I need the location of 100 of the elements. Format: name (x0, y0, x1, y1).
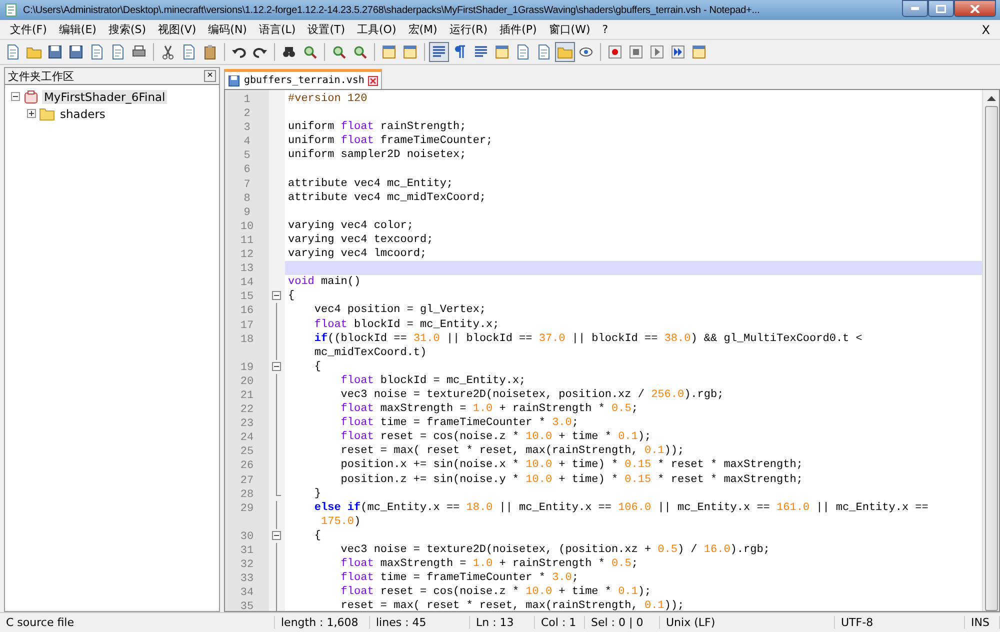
line-number: 26 (240, 460, 254, 472)
code-line: else if(mc_Entity.x == 18.0 || mc_Entity.x == 106.0 || mc_Entity.x == 161.0 || mc_Entity.x == (313, 502, 928, 514)
line-number: 1 (244, 94, 250, 106)
menu-item[interactable]: 运行(R) (443, 22, 494, 37)
zoom-out-icon (352, 44, 368, 60)
menu-item[interactable]: 工具(O) (351, 22, 402, 37)
line-number: 6 (244, 164, 250, 176)
line-number: 12 (240, 249, 254, 262)
magnifier-icon (302, 44, 318, 60)
toolbar-button[interactable] (429, 42, 449, 62)
clipboard-icon (202, 44, 218, 60)
line-number: 31 (240, 545, 254, 557)
code-line: float maxStrength = 1.0 + rainStrength * 0.5; (340, 558, 638, 570)
line-number: 5 (244, 150, 250, 162)
code-line: varying vec4 color; (288, 220, 414, 232)
pilcrow-icon (452, 44, 468, 60)
status-text: lines : 45 (370, 616, 470, 629)
menu-item[interactable]: 搜索(S) (102, 22, 152, 37)
menu-item[interactable]: 窗口(W) (542, 22, 596, 37)
line-number: 22 (240, 404, 254, 416)
code-line: if((blockId == 31.0 || blockId == 37.0 || blockId == 38.0) && gl_MultiTexCoord0.t < (313, 332, 862, 345)
line-number: 13 (240, 263, 254, 276)
fold-toggle[interactable] (272, 362, 281, 371)
document-icon (5, 44, 21, 60)
stop-icon (628, 44, 644, 60)
code-line: #version 120 (288, 93, 368, 105)
menu-item[interactable]: 编码(N) (202, 22, 253, 37)
panel-title: 文件夹工作区 (8, 68, 74, 84)
maximize-icon (936, 4, 946, 12)
line-number: 4 (244, 136, 250, 148)
menu-item[interactable]: 插件(P) (494, 22, 543, 37)
code-line: { (288, 290, 295, 302)
status-text: C source file (0, 616, 275, 629)
code-line: { (313, 360, 322, 373)
tree-item[interactable]: MyFirstShader_6Final (42, 90, 168, 104)
code-line: } (313, 488, 322, 500)
menu-item[interactable]: 编辑(E) (52, 22, 102, 37)
close-document-button[interactable]: X (982, 22, 996, 36)
close-icon[interactable] (368, 76, 378, 86)
fold-toggle[interactable] (272, 530, 281, 540)
document-icon (89, 44, 105, 60)
close-panel-button[interactable]: × (204, 70, 216, 82)
menu-item[interactable]: 视图(V) (152, 22, 202, 37)
status-text: Sel : 0 | 0 (585, 616, 660, 629)
line-number: 23 (240, 418, 254, 430)
word-wrap-icon (431, 44, 447, 60)
line-number: 30 (240, 530, 254, 543)
tree-item[interactable]: shaders (58, 106, 108, 120)
code-line: float reset = cos(noise.z * 10.0 + time * 0.1); (340, 431, 652, 444)
fold-toggle[interactable] (272, 291, 281, 300)
code-line: vec4 position = gl_Vertex; (313, 304, 486, 316)
maximize-button[interactable] (928, 0, 954, 17)
document-icon (181, 44, 197, 60)
menu-item[interactable]: 语言(L) (252, 22, 302, 37)
play-icon (649, 44, 665, 60)
code-line: float maxStrength = 1.0 + rainStrength * 0.5; (340, 403, 638, 416)
line-number: 9 (244, 206, 250, 219)
fold-end-marker (276, 486, 281, 496)
expander-icon[interactable] (11, 92, 20, 101)
line-number: 3 (244, 122, 250, 134)
code-line: float blockId = mc_Entity.x; (313, 318, 500, 330)
status-text: Ln : 13 (470, 616, 535, 629)
code-line: vec3 noise = texture2D(noisetex, (position.xz + 0.5) / 16.0).rgb; (340, 544, 770, 556)
code-line: uniform float rainStrength; (288, 121, 466, 134)
line-number: 32 (240, 559, 254, 572)
code-line: reset = max( reset * reset, max(rainStrength, 0.1)); (340, 445, 684, 458)
minimize-icon (911, 7, 919, 10)
code-line: position.x += sin(noise.x * 10.0 + time) * 0.15 * reset * maxStrength; (340, 459, 803, 472)
scroll-thumb[interactable] (984, 106, 998, 611)
document-icon (110, 44, 126, 60)
window-title: C:\Users\Administrator\Desktop\.minecraft\versions\1.12.2-forge1.12.2-14.23.5.2768\shaderpacks\MyFirstShader_1GrassWaving\shaders\gbuffers_terrain.vsh - Notepad+... (23, 4, 761, 16)
file-tab[interactable]: gbuffers_terrain.vsh (224, 69, 382, 89)
line-number: 27 (240, 474, 254, 487)
line-number: 18 (240, 334, 254, 346)
scroll-bar[interactable] (982, 90, 999, 611)
menu-item[interactable]: 设置(T) (302, 22, 351, 37)
status-text: UTF-8 (835, 616, 965, 629)
document-icon (536, 44, 552, 60)
indent-guide-icon (473, 44, 489, 60)
close-button[interactable] (954, 0, 996, 17)
code-line: 175.0) (320, 516, 361, 528)
menu-item[interactable]: ? (596, 23, 614, 36)
menu-item[interactable]: 文件(F) (4, 22, 53, 37)
line-number: 11 (240, 234, 254, 247)
status-text: INS (965, 616, 1000, 629)
folder-icon (39, 106, 55, 120)
code-line: attribute vec4 mc_midTexCoord; (288, 192, 486, 204)
line-number: 14 (240, 277, 254, 290)
menu-item[interactable]: 宏(M) (402, 22, 444, 37)
line-number: 28 (240, 488, 254, 501)
line-number: 19 (240, 362, 254, 374)
code-line: float time = frameTimeCounter * 3.0; (340, 417, 578, 430)
line-number: 17 (240, 320, 254, 332)
minimize-button[interactable] (902, 0, 928, 17)
code-editor[interactable] (224, 89, 1000, 612)
code-line: float blockId = mc_Entity.x; (340, 374, 526, 387)
code-line: attribute vec4 mc_Entity; (288, 178, 454, 190)
code-line: mc_midTexCoord.t) (313, 346, 427, 359)
up-arrow-icon[interactable] (986, 95, 996, 101)
expander-icon[interactable] (27, 109, 36, 118)
